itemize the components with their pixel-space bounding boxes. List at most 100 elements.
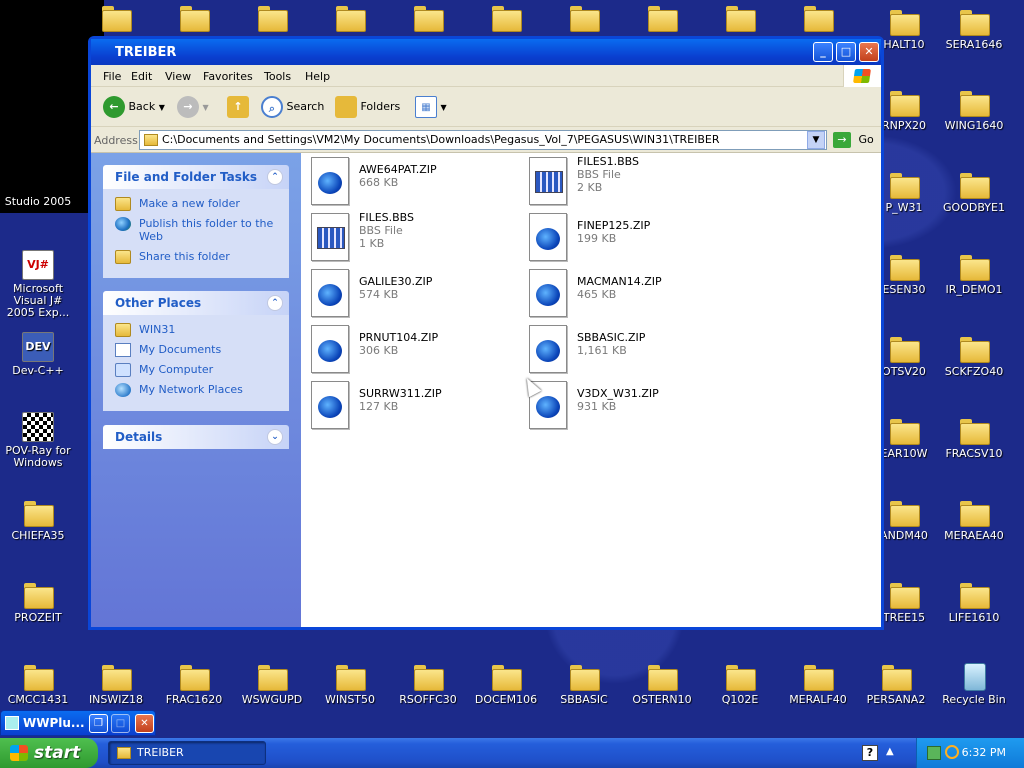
- desktop-folder-top[interactable]: [390, 2, 466, 32]
- file-item[interactable]: V3DX_W31.ZIP 931 KB: [529, 381, 739, 431]
- desktop-icon-sera1646[interactable]: SERA1646: [936, 6, 1012, 51]
- file-item[interactable]: FINEP125.ZIP 199 KB: [529, 213, 739, 263]
- desktop-icon-winst50[interactable]: WINST50: [312, 661, 388, 706]
- desktop-folder-top[interactable]: [468, 2, 544, 32]
- close-button[interactable]: ✕: [135, 714, 154, 733]
- place-my-computer[interactable]: My Computer: [115, 363, 283, 377]
- desktop-icon-prozeit[interactable]: PROZEIT: [0, 579, 76, 624]
- file-item[interactable]: MACMAN14.ZIP 465 KB: [529, 269, 739, 319]
- desktop-icon-wswgupd[interactable]: WSWGUPD: [234, 661, 310, 706]
- menu-file[interactable]: File: [103, 70, 121, 83]
- task-make-new-folder[interactable]: Make a new folder: [115, 197, 283, 211]
- desktop-icon-dev-cpp[interactable]: DEV Dev-C++: [0, 332, 76, 377]
- panel-header[interactable]: Details ⌄: [103, 425, 289, 449]
- folder-up-icon: ↑: [227, 96, 249, 118]
- forward-button[interactable]: → ▼: [177, 95, 209, 119]
- desktop-folder-top[interactable]: [312, 2, 388, 32]
- file-item[interactable]: AWE64PAT.ZIP 668 KB: [311, 157, 521, 207]
- file-item[interactable]: GALILE30.ZIP 574 KB: [311, 269, 521, 319]
- desktop-icon-frac1620[interactable]: FRAC1620: [156, 661, 232, 706]
- windows-flag-icon: [10, 745, 28, 761]
- share-folder-icon: [115, 250, 131, 264]
- restore-button[interactable]: ❐: [89, 714, 108, 733]
- maximize-button[interactable]: □: [111, 714, 130, 733]
- up-button[interactable]: ↑: [227, 95, 249, 119]
- address-value: C:\Documents and Settings\VM2\My Documen…: [162, 133, 720, 146]
- app-icon: [5, 716, 19, 730]
- help-icon[interactable]: ?: [862, 745, 878, 761]
- desktop-icon-meralf40[interactable]: MERALF40: [780, 661, 856, 706]
- minimized-window-bar[interactable]: WWPlu... ❐ □ ✕: [0, 710, 156, 736]
- desktop-icon-studio[interactable]: Studio 2005: [0, 196, 76, 208]
- desktop-icon-fracsv10[interactable]: FRACSV10: [936, 415, 1012, 460]
- back-button[interactable]: ← Back ▼: [103, 95, 165, 119]
- go-button[interactable]: → Go: [833, 132, 874, 148]
- desktop-icon-goodbye1[interactable]: GOODBYE1: [936, 169, 1012, 214]
- file-item[interactable]: SURRW311.ZIP 127 KB: [311, 381, 521, 431]
- menu-help[interactable]: Help: [305, 70, 330, 83]
- folder-icon: [256, 2, 288, 32]
- desktop-icon-ostern10[interactable]: OSTERN10: [624, 661, 700, 706]
- desktop-icon-sckfzo40[interactable]: SCKFZO40: [936, 333, 1012, 378]
- task-share-folder[interactable]: Share this folder: [115, 250, 283, 264]
- collapse-chevron-icon[interactable]: ⌃: [267, 295, 283, 311]
- folder-icon: [117, 747, 131, 759]
- desktop-icon-sbbasic[interactable]: SBBASIC: [546, 661, 622, 706]
- desktop-icon-life1610[interactable]: LIFE1610: [936, 579, 1012, 624]
- address-dropdown-button[interactable]: ▼: [807, 131, 825, 149]
- desktop-folder-top[interactable]: [780, 2, 856, 32]
- maximize-button[interactable]: □: [836, 42, 856, 62]
- file-item[interactable]: FILES.BBS BBS File 1 KB: [311, 211, 521, 263]
- desktop-icon-label: SERA1646: [945, 38, 1003, 51]
- address-input[interactable]: C:\Documents and Settings\VM2\My Documen…: [139, 130, 827, 150]
- panel-header[interactable]: File and Folder Tasks ⌃: [103, 165, 289, 189]
- file-meta: BBS File 1 KB: [359, 224, 403, 250]
- desktop-icon-povray[interactable]: POV-Ray for Windows: [0, 412, 76, 469]
- desktop-icon-ir-demo1[interactable]: IR_DEMO1: [936, 251, 1012, 296]
- desktop-icon-cmcc1431[interactable]: CMCC1431: [0, 661, 76, 706]
- task-publish-folder[interactable]: Publish this folder to the Web: [115, 217, 283, 243]
- desktop-icon-q102e[interactable]: Q102E: [702, 661, 778, 706]
- desktop-icon-wing1640[interactable]: WING1640: [936, 87, 1012, 132]
- desktop-icon-chiefa35[interactable]: CHIEFA35: [0, 497, 76, 542]
- clock[interactable]: 6:32 PM: [962, 746, 1006, 759]
- network-tray-icon[interactable]: [927, 746, 941, 760]
- menu-view[interactable]: View: [165, 70, 191, 83]
- place-win31[interactable]: WIN31: [115, 323, 283, 337]
- tray-expand-icon[interactable]: ▲: [886, 746, 894, 757]
- desktop-folder-top[interactable]: [156, 2, 232, 32]
- views-button[interactable]: ▦ ▼: [415, 95, 447, 119]
- menu-favorites[interactable]: Favorites: [203, 70, 253, 83]
- minimize-button[interactable]: _: [813, 42, 833, 62]
- desktop-folder-top[interactable]: [624, 2, 700, 32]
- collapse-chevron-icon[interactable]: ⌃: [267, 169, 283, 185]
- desktop-icon-rsoffc30[interactable]: RSOFFC30: [390, 661, 466, 706]
- title-bar[interactable]: TREIBER _ □ ✕: [91, 39, 881, 65]
- desktop-folder-top[interactable]: [234, 2, 310, 32]
- search-tray-icon[interactable]: [945, 745, 959, 759]
- search-button[interactable]: ⌕ Search: [261, 95, 324, 119]
- file-item[interactable]: SBBASIC.ZIP 1,161 KB: [529, 325, 739, 375]
- panel-header[interactable]: Other Places ⌃: [103, 291, 289, 315]
- desktop-folder-top[interactable]: [78, 2, 154, 32]
- expand-chevron-icon[interactable]: ⌄: [267, 429, 283, 445]
- place-my-network-places[interactable]: My Network Places: [115, 383, 283, 397]
- start-button[interactable]: start: [0, 738, 98, 768]
- place-my-documents[interactable]: My Documents: [115, 343, 283, 357]
- close-button[interactable]: ✕: [859, 42, 879, 62]
- desktop-folder-top[interactable]: [702, 2, 778, 32]
- menu-tools[interactable]: Tools: [264, 70, 291, 83]
- desktop-icon-meraea40[interactable]: MERAEA40: [936, 497, 1012, 542]
- desktop-icon-visual-j[interactable]: VJ# Microsoft Visual J# 2005 Exp...: [0, 250, 76, 319]
- file-item[interactable]: FILES1.BBS BBS File 2 KB: [529, 155, 739, 207]
- desktop-icon-persana2[interactable]: PERSANA2: [858, 661, 934, 706]
- folders-button[interactable]: Folders: [335, 95, 400, 119]
- file-name: FINEP125.ZIP: [577, 219, 651, 232]
- desktop-icon-recycle-bin[interactable]: Recycle Bin: [936, 661, 1012, 706]
- menu-edit[interactable]: Edit: [131, 70, 152, 83]
- file-item[interactable]: PRNUT104.ZIP 306 KB: [311, 325, 521, 375]
- desktop-icon-docem106[interactable]: DOCEM106: [468, 661, 544, 706]
- desktop-folder-top[interactable]: [546, 2, 622, 32]
- desktop-icon-inswiz18[interactable]: INSWIZ18: [78, 661, 154, 706]
- taskbar-item-treiber[interactable]: TREIBER: [108, 741, 266, 765]
